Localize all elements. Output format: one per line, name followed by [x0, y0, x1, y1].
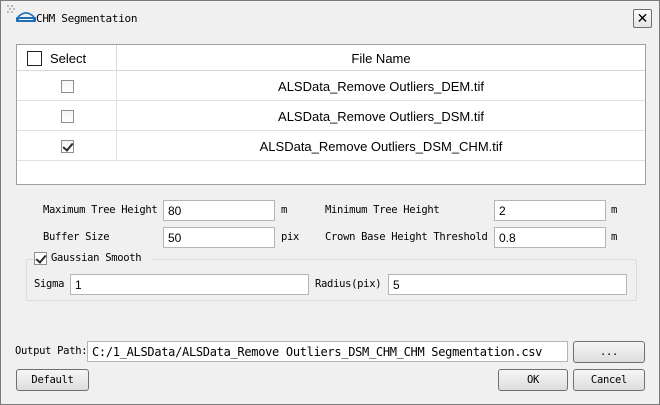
window-title: CHM Segmentation: [36, 12, 138, 25]
gaussian-smooth-checkbox[interactable]: [34, 252, 47, 265]
buffer-size-label: Buffer Size: [43, 231, 110, 243]
default-button[interactable]: Default: [16, 369, 89, 391]
select-column-header: Select: [17, 45, 117, 71]
min-tree-height-label: Minimum Tree Height: [325, 204, 440, 216]
table-header: Select File Name: [17, 45, 645, 71]
buffer-size-unit: pix: [281, 231, 300, 243]
row-checkbox[interactable]: [61, 110, 74, 123]
browse-button[interactable]: ...: [573, 341, 645, 363]
buffer-size-input[interactable]: 50: [163, 227, 275, 248]
table-row[interactable]: ALSData_Remove Outliers_DEM.tif: [17, 71, 645, 101]
ok-button[interactable]: OK: [498, 369, 568, 391]
output-path-label: Output Path:: [15, 345, 88, 357]
min-tree-height-unit: m: [611, 204, 618, 216]
max-tree-height-unit: m: [281, 204, 288, 216]
file-name-cell: ALSData_Remove Outliers_DSM.tif: [278, 108, 484, 124]
title-bar[interactable]: CHM Segmentation ✕: [1, 1, 659, 35]
radius-label: Radius(pix): [315, 278, 382, 290]
row-checkbox[interactable]: [61, 140, 74, 153]
sigma-label: Sigma: [34, 278, 65, 290]
crown-base-height-unit: m: [611, 231, 618, 243]
gaussian-smooth-label: Gaussian Smooth: [51, 252, 142, 264]
max-tree-height-label: Maximum Tree Height: [43, 204, 158, 216]
table-row[interactable]: ALSData_Remove Outliers_DSM.tif: [17, 101, 645, 131]
max-tree-height-input[interactable]: 80: [163, 200, 275, 221]
row-checkbox[interactable]: [61, 80, 74, 93]
file-name-cell: ALSData_Remove Outliers_DEM.tif: [278, 78, 484, 94]
chm-segmentation-dialog: CHM Segmentation ✕ Select File Name ALSD…: [0, 0, 660, 405]
close-icon[interactable]: ✕: [633, 9, 652, 28]
output-path-input[interactable]: C:/1_ALSData/ALSData_Remove Outliers_DSM…: [87, 341, 568, 362]
radius-input[interactable]: 5: [388, 274, 627, 295]
cancel-button[interactable]: Cancel: [573, 369, 645, 391]
file-table: Select File Name ALSData_Remove Outliers…: [16, 44, 646, 185]
select-all-checkbox[interactable]: [27, 51, 42, 66]
min-tree-height-input[interactable]: 2: [494, 200, 606, 221]
file-name-cell: ALSData_Remove Outliers_DSM_CHM.tif: [259, 138, 503, 154]
app-logo-icon: [16, 12, 36, 22]
sigma-input[interactable]: 1: [70, 274, 309, 295]
crown-base-height-label: Crown Base Height Threshold: [325, 231, 488, 243]
file-name-column-header[interactable]: File Name: [117, 45, 645, 71]
crown-base-height-input[interactable]: 0.8: [494, 227, 606, 248]
table-row[interactable]: ALSData_Remove Outliers_DSM_CHM.tif: [17, 131, 645, 161]
select-column-label: Select: [50, 51, 87, 66]
